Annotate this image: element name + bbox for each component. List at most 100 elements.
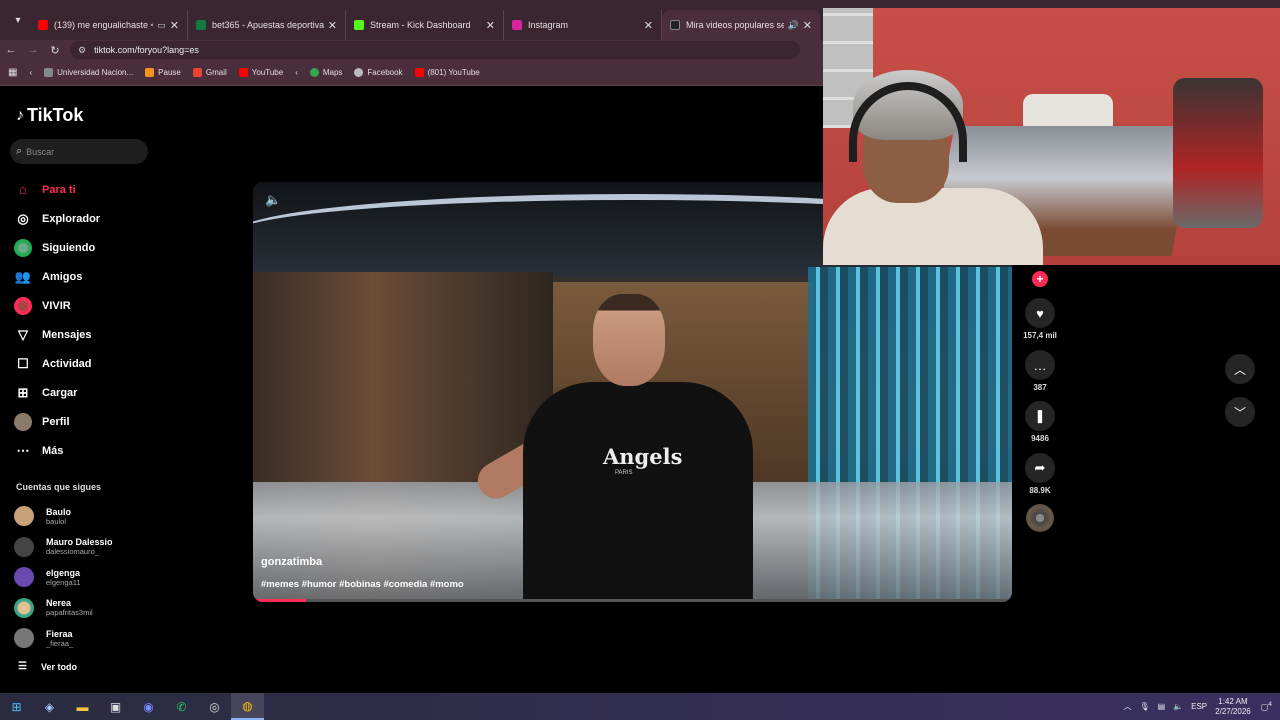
sidebar-item-perfil[interactable]: Perfil [14, 407, 154, 436]
account-name: Nerea [46, 598, 72, 609]
save-button[interactable]: ❚ 9486 [1022, 401, 1058, 443]
sidebar-item-vivir[interactable]: VIVIR [14, 291, 154, 320]
following-section-title: Cuentas que sigues [16, 482, 102, 492]
bookmark-item[interactable]: YouTube [238, 68, 283, 77]
tab-title: (139) me engualichaste <3 [54, 20, 154, 30]
speaker-icon[interactable]: 🔈 [1173, 702, 1183, 711]
bookmark-item[interactable]: Facebook [354, 68, 403, 77]
following-account[interactable]: elgenga elgenga11 [14, 562, 154, 593]
bookmark-favicon-icon [145, 68, 155, 77]
tab-search-button[interactable]: ▾ [6, 6, 30, 34]
whatsapp-icon[interactable]: ✆ [165, 693, 198, 720]
tiktok-favicon-icon [670, 20, 680, 30]
compass-icon: ◎ [17, 210, 29, 226]
logo-text: TikTok [27, 105, 84, 125]
live-icon [14, 296, 32, 315]
bookmark-favicon-icon [44, 68, 54, 77]
chevron-left-icon[interactable]: ‹ [29, 68, 32, 77]
comment-button[interactable]: … 387 [1022, 350, 1058, 392]
following-account[interactable]: Mauro Dalessio dalessiomauro_ [14, 532, 154, 563]
youtube-icon [238, 68, 248, 77]
tab-kick[interactable]: Stream - Kick Dashboard ✕ [346, 10, 504, 40]
reload-icon[interactable]: ↻ [44, 44, 66, 57]
speaker-icon[interactable]: 🔊 [788, 20, 799, 31]
next-video-button[interactable]: ﹀ [1225, 397, 1255, 427]
epic-games-icon[interactable]: ▣ [99, 693, 132, 720]
video-progress-bar[interactable] [253, 599, 1012, 602]
bookmark-item[interactable]: Gmail [192, 68, 227, 77]
bookmark-item[interactable]: Pause [145, 68, 181, 77]
close-tab-icon[interactable]: ✕ [170, 19, 179, 32]
close-tab-icon[interactable]: ✕ [803, 19, 812, 32]
kick-favicon-icon [354, 20, 364, 30]
volume-icon[interactable]: 🔈 [265, 192, 281, 208]
close-tab-icon[interactable]: ✕ [486, 19, 495, 32]
tab-title: Stream - Kick Dashboard [370, 20, 471, 30]
url-text: tiktok.com/foryou?lang=es [94, 45, 199, 55]
maps-icon [309, 68, 319, 77]
sidebar-menu: ⌂ Para ti ◎ Explorador Siguiendo 👥 Amigo… [14, 175, 154, 465]
following-account[interactable]: Nerea papafritas3mil [14, 593, 154, 624]
sidebar-item-explorador[interactable]: ◎ Explorador [14, 204, 154, 233]
share-button[interactable]: ➦ 88.9K [1022, 453, 1058, 495]
tab-bet365[interactable]: bet365 - Apuestas deportivas e ✕ [188, 10, 346, 40]
close-tab-icon[interactable]: ✕ [328, 19, 337, 32]
sidebar-item-amigos[interactable]: 👥 Amigos [14, 262, 154, 291]
file-explorer-icon[interactable]: ▬ [66, 693, 99, 720]
clock[interactable]: 1:42 AM 2/27/2026 [1215, 697, 1251, 717]
microphone-icon[interactable]: 🎙 [1139, 702, 1149, 711]
discord-icon[interactable]: ◉ [132, 693, 165, 720]
media-icon[interactable]: ▭ [157, 20, 166, 31]
previous-video-button[interactable]: ︿ [1225, 354, 1255, 384]
tab-instagram[interactable]: Instagram ✕ [504, 10, 662, 40]
url-field[interactable]: ⚙ tiktok.com/foryou?lang=es [70, 41, 800, 59]
sound-disc-icon[interactable] [1026, 504, 1054, 532]
sidebar-item-mas[interactable]: ⋯ Más [14, 436, 154, 465]
account-handle: _fieraa_ [46, 638, 74, 648]
close-tab-icon[interactable]: ✕ [644, 19, 653, 32]
tab-title: Instagram [528, 20, 569, 30]
tab-youtube[interactable]: (139) me engualichaste <3 ▭ ✕ [30, 10, 188, 40]
copilot-icon[interactable]: ◈ [33, 693, 66, 720]
follow-plus-button[interactable]: + [1032, 271, 1048, 287]
following-account[interactable]: Baulo baulol [14, 501, 154, 532]
bookmark-label: Gmail [205, 68, 227, 77]
windows-taskbar: ⊞ ◈ ▬ ▣ ◉ ✆ ◎ ◍ ︿ 🎙 ▤ 🔈 ESP 1:42 AM 2/27… [0, 693, 1280, 720]
obs-icon[interactable]: ◎ [198, 693, 231, 720]
see-all-link[interactable]: ☰ Ver todo [18, 661, 77, 672]
sidebar-item-actividad[interactable]: ☐ Actividad [14, 349, 154, 378]
sidebar-item-siguiendo[interactable]: Siguiendo [14, 233, 154, 262]
video-hashtags[interactable]: #memes #humor #bobinas #comedia #momo [261, 579, 464, 590]
forward-icon[interactable]: → [22, 44, 44, 56]
account-handle: baulol [46, 516, 67, 526]
chrome-icon[interactable]: ◍ [231, 693, 264, 720]
sidebar-item-para-ti[interactable]: ⌂ Para ti [14, 175, 154, 204]
tab-tiktok[interactable]: Mira videos populares sele 🔊 ✕ [662, 10, 820, 40]
video-author[interactable]: gonzatimba [261, 556, 322, 568]
comment-icon: … [1025, 350, 1055, 380]
see-all-label: Ver todo [40, 661, 77, 672]
search-input[interactable]: ⌕ Buscar [10, 139, 148, 164]
notifications-icon[interactable]: ▢4 [1261, 701, 1272, 712]
webcam-overlay [823, 8, 1280, 265]
chevron-up-icon[interactable]: ︿ [1123, 701, 1131, 712]
apps-icon[interactable]: ▦ [8, 67, 17, 78]
bookmark-label: Universidad Nacion... [57, 68, 134, 77]
instagram-favicon-icon [512, 20, 522, 30]
chevron-left-icon[interactable]: ‹ [295, 68, 298, 77]
bookmark-item[interactable]: Maps [309, 68, 342, 77]
windows-start-icon[interactable]: ⊞ [0, 693, 33, 720]
following-account[interactable]: Fieraa _fieraa_ [14, 623, 154, 654]
like-button[interactable]: ♥ 157,4 mil [1022, 298, 1058, 340]
bookmark-item[interactable]: (801) YouTube [414, 68, 480, 77]
tiktok-logo[interactable]: ♪ TikTok [16, 105, 83, 126]
back-icon[interactable]: ← [0, 44, 22, 56]
site-info-icon[interactable]: ⚙ [78, 45, 86, 56]
language-indicator[interactable]: ESP [1191, 702, 1207, 711]
chevron-up-icon: ︿ [1233, 362, 1246, 377]
bookmark-item[interactable]: Universidad Nacion... [44, 68, 133, 77]
clock-time: 1:42 AM [1218, 696, 1248, 706]
sidebar-item-mensajes[interactable]: ▽ Mensajes [14, 320, 154, 349]
sidebar-item-cargar[interactable]: ⊞ Cargar [14, 378, 154, 407]
network-icon[interactable]: ▤ [1158, 702, 1166, 711]
